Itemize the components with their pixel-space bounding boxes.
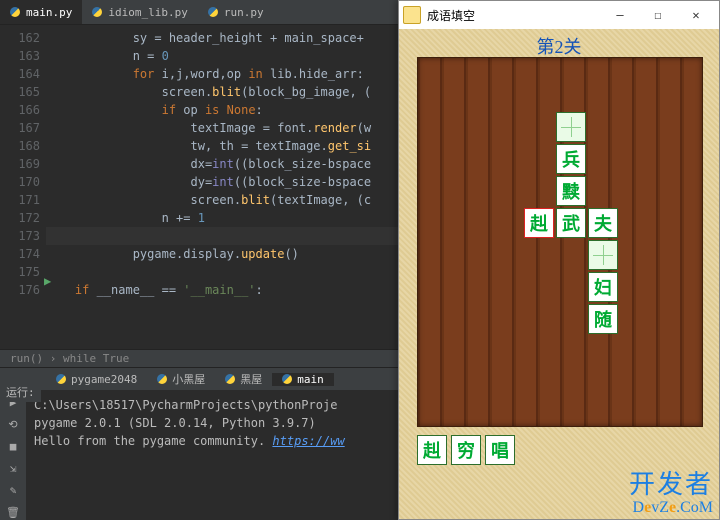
grid-cell[interactable]: 随 xyxy=(588,304,618,334)
grid-cell[interactable] xyxy=(556,112,586,142)
run-tab-xiaoheiwu[interactable]: 小黑屋 xyxy=(147,371,215,387)
window-title: 成语填空 xyxy=(427,7,475,24)
tab-run-py[interactable]: run.py xyxy=(198,0,274,24)
python-icon xyxy=(282,374,292,384)
python-icon xyxy=(10,7,20,17)
app-icon xyxy=(403,6,421,24)
tool-icon[interactable]: ⇲ xyxy=(5,460,21,476)
console-panel: ▶ ⟲ ■ ⇲ ✎ 🗑 C:\Users\18517\PycharmProjec… xyxy=(0,390,398,520)
breadcrumb[interactable]: run() › while True xyxy=(0,349,398,367)
code-area[interactable]: sy = header_height + main_space+ n = 0 f… xyxy=(46,25,398,349)
game-window: 成语填空 — ☐ ✕ 第2关 兵黩赳武夫妇随 赳穷唱 开发者 DevZe.CoM xyxy=(398,0,720,520)
watermark: 开发者 DevZe.CoM xyxy=(629,471,713,517)
grid-cell[interactable] xyxy=(588,240,618,270)
grid-cell[interactable]: 妇 xyxy=(588,272,618,302)
console-toolbar: ▶ ⟲ ■ ⇲ ✎ 🗑 xyxy=(0,390,26,520)
tool-icon[interactable]: ✎ xyxy=(5,482,21,498)
trash-icon[interactable]: 🗑 xyxy=(5,504,21,520)
python-icon xyxy=(92,7,102,17)
close-button[interactable]: ✕ xyxy=(677,1,715,29)
python-icon xyxy=(225,374,235,384)
bank-cell[interactable]: 唱 xyxy=(485,435,515,465)
code-editor[interactable]: 1621631641651661671681691701711721731741… xyxy=(0,25,398,349)
game-canvas[interactable]: 第2关 兵黩赳武夫妇随 赳穷唱 开发者 DevZe.CoM xyxy=(399,29,719,519)
tab-idiom-lib-py[interactable]: idiom_lib.py xyxy=(82,0,197,24)
ide-pane: main.py idiom_lib.py run.py 162163164165… xyxy=(0,0,398,520)
python-icon xyxy=(56,374,66,384)
grid-cell[interactable]: 夫 xyxy=(588,208,618,238)
stop-icon[interactable]: ■ xyxy=(5,438,21,454)
grid-cell[interactable]: 兵 xyxy=(556,144,586,174)
editor-tab-bar: main.py idiom_lib.py run.py xyxy=(0,0,398,25)
run-gutter-icon[interactable]: ▶ xyxy=(44,274,51,288)
tab-main-py[interactable]: main.py xyxy=(0,0,82,24)
minimize-button[interactable]: — xyxy=(601,1,639,29)
run-tab-bar: pygame2048 小黑屋 黑屋 main xyxy=(0,367,398,390)
grid-cell[interactable]: 赳 xyxy=(524,208,554,238)
line-gutter: 1621631641651661671681691701711721731741… xyxy=(0,25,46,349)
bank-cell[interactable]: 赳 xyxy=(417,435,447,465)
run-panel-label: 运行: xyxy=(0,382,41,402)
run-tab-main[interactable]: main xyxy=(272,373,334,386)
console-output[interactable]: C:\Users\18517\PycharmProjects\pythonPro… xyxy=(26,390,398,520)
tool-icon[interactable]: ⟲ xyxy=(5,416,21,432)
python-icon xyxy=(157,374,167,384)
level-label: 第2关 xyxy=(399,33,719,59)
maximize-button[interactable]: ☐ xyxy=(639,1,677,29)
grid-cell[interactable]: 黩 xyxy=(556,176,586,206)
candidate-bank: 赳穷唱 xyxy=(417,435,515,465)
python-icon xyxy=(208,7,218,17)
game-board[interactable]: 兵黩赳武夫妇随 xyxy=(417,57,703,427)
bank-cell[interactable]: 穷 xyxy=(451,435,481,465)
run-tab-pygame2048[interactable]: pygame2048 xyxy=(46,373,147,386)
grid-cell[interactable]: 武 xyxy=(556,208,586,238)
run-tab-heiwu[interactable]: 黑屋 xyxy=(215,371,272,387)
titlebar[interactable]: 成语填空 — ☐ ✕ xyxy=(399,1,719,29)
